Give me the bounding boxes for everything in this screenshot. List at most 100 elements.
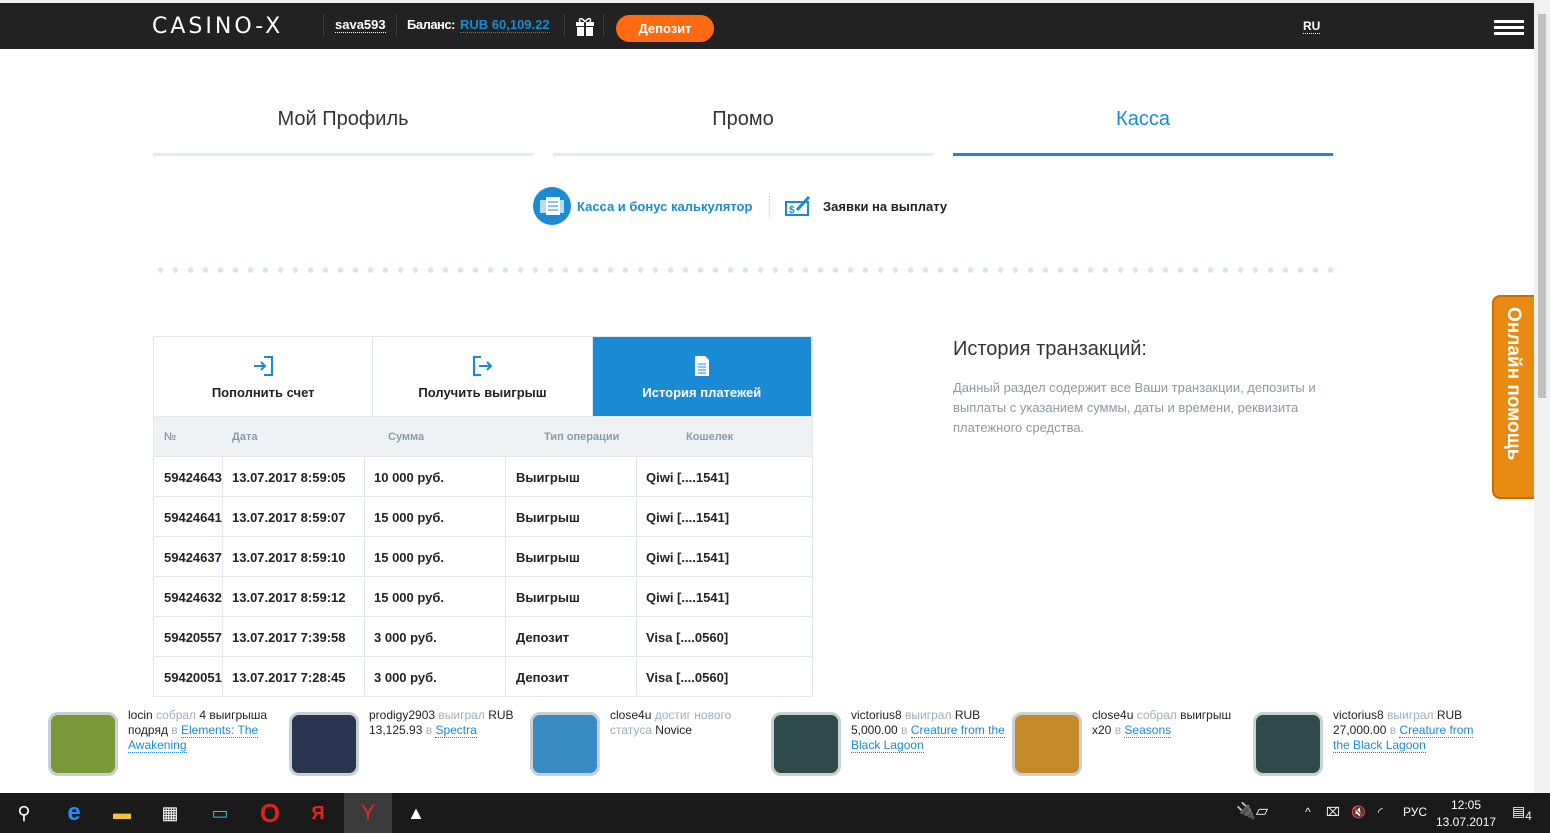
col-date: Дата [232, 431, 258, 443]
divider [323, 15, 324, 37]
tab-cashier[interactable]: Касса [953, 108, 1333, 156]
feed-item: victorius8 выиграл RUB 27,000.00 в Creat… [1253, 708, 1493, 788]
power-icon[interactable]: ⌧ [1326, 805, 1340, 819]
photos-icon[interactable]: ▲ [392, 793, 440, 833]
cell-border [505, 657, 506, 696]
col-amount: Сумма [388, 431, 425, 443]
cell-border [505, 457, 506, 496]
cell-border [636, 617, 637, 656]
table-header: № Дата Сумма Тип операции Кошелек [153, 416, 813, 457]
input-language[interactable]: РУС [1403, 805, 1427, 819]
online-help-button[interactable]: Онлайн помощь [1492, 295, 1534, 499]
feed-user: locin [128, 708, 153, 722]
gift-icon[interactable] [575, 16, 595, 36]
cell-border [505, 577, 506, 616]
feed-verb: выиграл [905, 708, 952, 722]
table-row: 59424643 13.07.2017 8:59:05 10 000 руб. Выи… [153, 457, 813, 497]
feed-game-link[interactable]: Spectra [435, 723, 477, 738]
wifi-icon[interactable]: ◜ [1378, 805, 1383, 819]
feed-game-link[interactable]: Seasons [1124, 723, 1172, 738]
cell-border [222, 457, 223, 496]
feed-verb: собрал [1136, 708, 1177, 722]
feed-item: close4u собрал выигрыш x20 в Seasons [1012, 708, 1252, 788]
tab-profile[interactable]: Мой Профиль [153, 108, 533, 156]
divider [564, 15, 565, 37]
feed-user: victorius8 [1333, 708, 1384, 722]
cell-border [222, 577, 223, 616]
withdraw-requests-link[interactable]: $ Заявки на выплату [785, 195, 947, 217]
menu-icon[interactable] [1494, 20, 1524, 36]
search-icon[interactable]: ⚲ [0, 793, 48, 833]
cell-border [505, 537, 506, 576]
cell-border [364, 657, 365, 696]
store-icon[interactable]: ▦ [146, 793, 194, 833]
feed-item: locin собрал 4 выигрыша подряд в Element… [48, 708, 288, 788]
cell-border [364, 617, 365, 656]
cell-border [364, 497, 365, 536]
table-row: 59424641 13.07.2017 8:59:07 15 000 руб. Выи… [153, 497, 813, 537]
app-icon[interactable]: ▭ [196, 793, 244, 833]
cell-border [636, 457, 637, 496]
edge-icon[interactable]: e [50, 793, 98, 833]
file-explorer-icon[interactable]: ▬ [98, 793, 146, 833]
feed-prep: в [901, 723, 908, 737]
feed-user: victorius8 [851, 708, 902, 722]
notification-count: 4 [1525, 809, 1532, 823]
cell-border [636, 577, 637, 616]
feed-prep: в [1114, 723, 1122, 737]
deposit-button[interactable]: Депозит [616, 15, 714, 42]
cell-border [364, 457, 365, 496]
feed-user: close4u [610, 708, 652, 722]
tab-withdraw[interactable]: Получить выигрыш [373, 337, 593, 416]
cell-border [505, 617, 506, 656]
feed-user: prodigy2903 [369, 708, 436, 722]
balance-value[interactable]: RUB 60,109.22 [460, 17, 550, 33]
cell-border [364, 577, 365, 616]
notifications-icon[interactable]: ▤4 [1512, 803, 1532, 823]
cell-border [636, 537, 637, 576]
date: 13.07.2017 [1436, 815, 1497, 829]
calculator-icon [533, 187, 571, 225]
balance-label: Баланс: [407, 17, 455, 32]
clock[interactable]: 12:05 13.07.2017 [1436, 797, 1496, 831]
yandex-browser-icon[interactable]: Y [344, 793, 392, 833]
table-row: 59424632 13.07.2017 8:59:12 15 000 руб. Выи… [153, 577, 813, 617]
feed-user: close4u [1092, 708, 1134, 722]
feed-prep: в [171, 723, 178, 737]
top-bar: CASINO-X sava593 Баланс: RUB 60,109.22 Д… [0, 0, 1534, 49]
feed-prep: в [425, 723, 433, 737]
logo[interactable]: CASINO-X [152, 14, 283, 39]
cell-border [505, 497, 506, 536]
sign-out-icon [473, 356, 493, 376]
volume-muted-icon[interactable]: 🔇 [1351, 805, 1366, 819]
sign-in-icon [254, 356, 274, 376]
feed-item: victorius8 выиграл RUB 5,000.00 в Creatu… [771, 708, 1011, 788]
feed-prep: в [1389, 723, 1397, 737]
feed-item: close4u достиг нового статуса Novice [530, 708, 770, 788]
col-wallet: Кошелек [686, 431, 734, 443]
dotted-divider [153, 267, 1333, 273]
show-hidden-icons[interactable]: ^ [1305, 805, 1311, 819]
history-description: Данный раздел содержит все Ваши транзакц… [953, 380, 1316, 435]
yandex-icon[interactable]: Я [294, 793, 342, 833]
achievement-badge-icon [1012, 712, 1082, 776]
table-row: 59420557 13.07.2017 7:39:58 3 000 руб. Депо… [153, 617, 813, 657]
tab-promo[interactable]: Промо [553, 108, 933, 156]
language-selector[interactable]: RU [1303, 19, 1321, 34]
tab-deposit[interactable]: Пополнить счет [154, 337, 374, 416]
cell-border [636, 497, 637, 536]
calculator-link[interactable]: Касса и бонус калькулятор [533, 187, 752, 225]
time: 12:05 [1450, 798, 1482, 812]
divider [769, 196, 770, 218]
feed-verb: выиграл [438, 708, 485, 722]
username-link[interactable]: sava593 [335, 17, 386, 33]
tab-label: История платежей [642, 385, 762, 400]
scrollbar-thumb[interactable] [1538, 14, 1546, 398]
tab-payment-history[interactable]: История платежей [592, 337, 812, 422]
achievement-badge-icon [771, 712, 841, 776]
document-icon [694, 356, 709, 376]
col-type: Тип операции [544, 431, 620, 443]
feed-verb: собрал [156, 708, 197, 722]
battery-icon[interactable]: 🔌▱ [1236, 801, 1268, 821]
opera-icon[interactable]: O [246, 793, 294, 833]
